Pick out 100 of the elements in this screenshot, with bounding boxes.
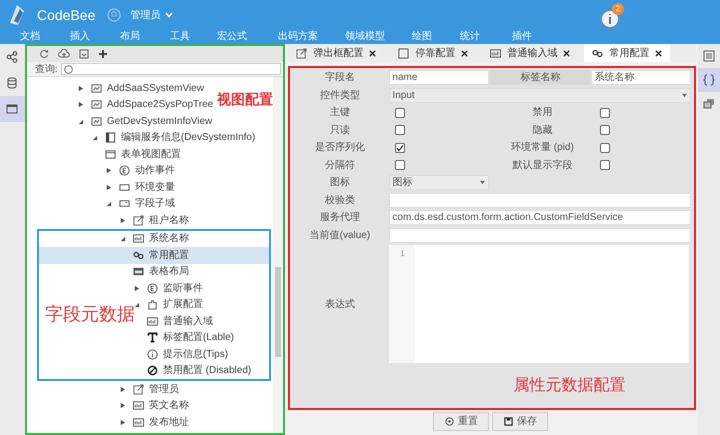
input-field[interactable] <box>389 192 692 208</box>
dropdown[interactable]: Input <box>389 88 692 103</box>
field-label: 标签名称 <box>490 70 590 86</box>
close-icon[interactable] <box>461 50 468 56</box>
line-number: 1 <box>400 248 405 258</box>
tree-item[interactable]: 管理员 <box>118 381 179 398</box>
image-icon <box>90 116 102 127</box>
tree-item[interactable]: 环境变量 <box>104 179 175 196</box>
collapsed-arrow-icon[interactable] <box>104 184 112 191</box>
tree-item[interactable]: 常用配置 <box>38 247 270 264</box>
tree-item[interactable]: 监听事件 <box>132 280 203 296</box>
collapsed-arrow-icon[interactable] <box>118 402 126 410</box>
tree-item[interactable]: 编辑服务信息(DevSystemInfo) <box>90 130 256 146</box>
external-link-icon <box>132 214 144 226</box>
tree-item[interactable]: 表单视图配置 <box>104 146 181 162</box>
chevron-down-icon[interactable] <box>165 12 174 18</box>
scrollbar-thumb[interactable] <box>275 267 282 357</box>
tree-item[interactable]: 动作事件 <box>104 162 175 179</box>
scrollbar-track[interactable] <box>273 77 284 433</box>
tree-item[interactable]: 租户名称 <box>118 212 189 228</box>
collapsed-arrow-icon[interactable] <box>118 216 126 224</box>
square-icon <box>398 48 410 58</box>
tree-item[interactable]: 禁用配置 (Disabled) <box>146 362 252 379</box>
tree-item[interactable]: GetDevSystemInfoView <box>76 113 212 130</box>
collapsed-arrow-icon[interactable] <box>76 101 84 108</box>
checkbox[interactable] <box>395 125 406 136</box>
radio-icon <box>444 417 454 426</box>
input-field[interactable] <box>389 228 692 243</box>
tree-item[interactable]: AddSpace2SysPopTree <box>76 96 214 113</box>
field-label: 分隔符 <box>324 158 356 173</box>
caret-icon <box>479 180 486 186</box>
input-field[interactable]: 系统名称 <box>591 70 692 86</box>
field-label: 当前值(value) <box>308 228 372 243</box>
notification-badge: 2 <box>612 3 624 15</box>
tree-item[interactable]: AddSaaSSystemView <box>76 80 204 96</box>
tree-item[interactable]: 提示信息(Tips) <box>146 346 228 362</box>
expanded-arrow-icon[interactable] <box>90 134 98 142</box>
checkbox[interactable] <box>395 160 406 170</box>
circle-e-icon <box>146 282 158 294</box>
close-icon[interactable] <box>655 50 662 56</box>
info-icon[interactable] <box>600 9 620 29</box>
field-label: 是否序列化 <box>314 140 366 156</box>
caret-icon <box>681 92 688 98</box>
save-file-icon[interactable] <box>78 49 89 59</box>
collapsed-arrow-icon[interactable] <box>118 386 126 393</box>
checkbox[interactable] <box>600 125 610 136</box>
dropdown[interactable]: 图标 <box>389 175 490 190</box>
expanded-arrow-icon[interactable] <box>118 235 126 242</box>
app-title: CodeBee <box>37 6 96 24</box>
prohibited-icon <box>146 365 158 376</box>
field-label: 表达式 <box>324 298 356 312</box>
checkbox[interactable] <box>600 142 610 153</box>
action-button[interactable]: 重置 <box>433 412 490 431</box>
input-field[interactable]: name <box>389 70 490 86</box>
collapsed-arrow-icon[interactable] <box>118 418 126 426</box>
add-icon[interactable] <box>98 49 108 59</box>
collapsed-arrow-icon[interactable] <box>76 84 84 92</box>
expanded-arrow-icon[interactable] <box>76 118 84 125</box>
expanded-arrow-icon[interactable] <box>104 200 112 208</box>
cloud-upload-icon[interactable] <box>58 49 70 59</box>
close-icon[interactable] <box>563 50 570 56</box>
search-field[interactable] <box>60 63 282 75</box>
tree-item[interactable]: 英文名称 <box>118 398 189 414</box>
checkbox[interactable] <box>395 142 406 153</box>
gears-icon <box>592 48 604 58</box>
layers-icon <box>703 98 716 110</box>
action-button[interactable]: 保存 <box>492 412 548 431</box>
collapsed-arrow-icon[interactable] <box>132 284 140 292</box>
annotation-label: 字段元数据 <box>44 302 135 326</box>
info-icon <box>146 348 158 360</box>
text-field-icon <box>132 233 144 244</box>
checkbox[interactable] <box>395 108 406 118</box>
field-label: 禁用 <box>531 106 554 120</box>
window-icon <box>104 148 116 160</box>
tree-item[interactable]: 普通输入域 <box>146 313 213 330</box>
rectangle-icon <box>118 182 130 193</box>
tab[interactable]: 常用配置 <box>584 44 670 62</box>
form-icon <box>104 132 116 144</box>
checkbox[interactable] <box>600 108 610 118</box>
tree-item[interactable]: 标签配置(Lable) <box>146 330 234 346</box>
collapsed-arrow-icon[interactable] <box>104 167 112 174</box>
expanded-arrow-icon[interactable] <box>132 301 140 308</box>
share-icon <box>6 51 18 63</box>
field-label: 主键 <box>328 106 351 120</box>
checkbox[interactable] <box>600 160 610 170</box>
gears-icon <box>132 250 144 261</box>
field-label: 只读 <box>328 124 351 138</box>
input-field[interactable]: com.ds.esd.custom.form.action.CustomFieldService <box>389 210 692 226</box>
tree-item[interactable]: 发布地址 <box>118 414 189 430</box>
field-label: 环境常量 (pid) <box>510 140 575 156</box>
image-icon <box>90 82 102 94</box>
external-link-icon <box>296 48 308 58</box>
field-label: 图标 <box>328 176 351 190</box>
tree-item[interactable]: 系统名称 <box>118 230 189 247</box>
tree-item[interactable]: 表格布局 <box>132 264 189 280</box>
tree-item[interactable]: 字段子域 <box>104 196 175 212</box>
refresh-icon[interactable] <box>38 49 49 59</box>
annotation-label: 视图配置 <box>216 90 273 109</box>
close-icon[interactable] <box>369 50 376 56</box>
field-label: 字段名 <box>324 70 356 86</box>
